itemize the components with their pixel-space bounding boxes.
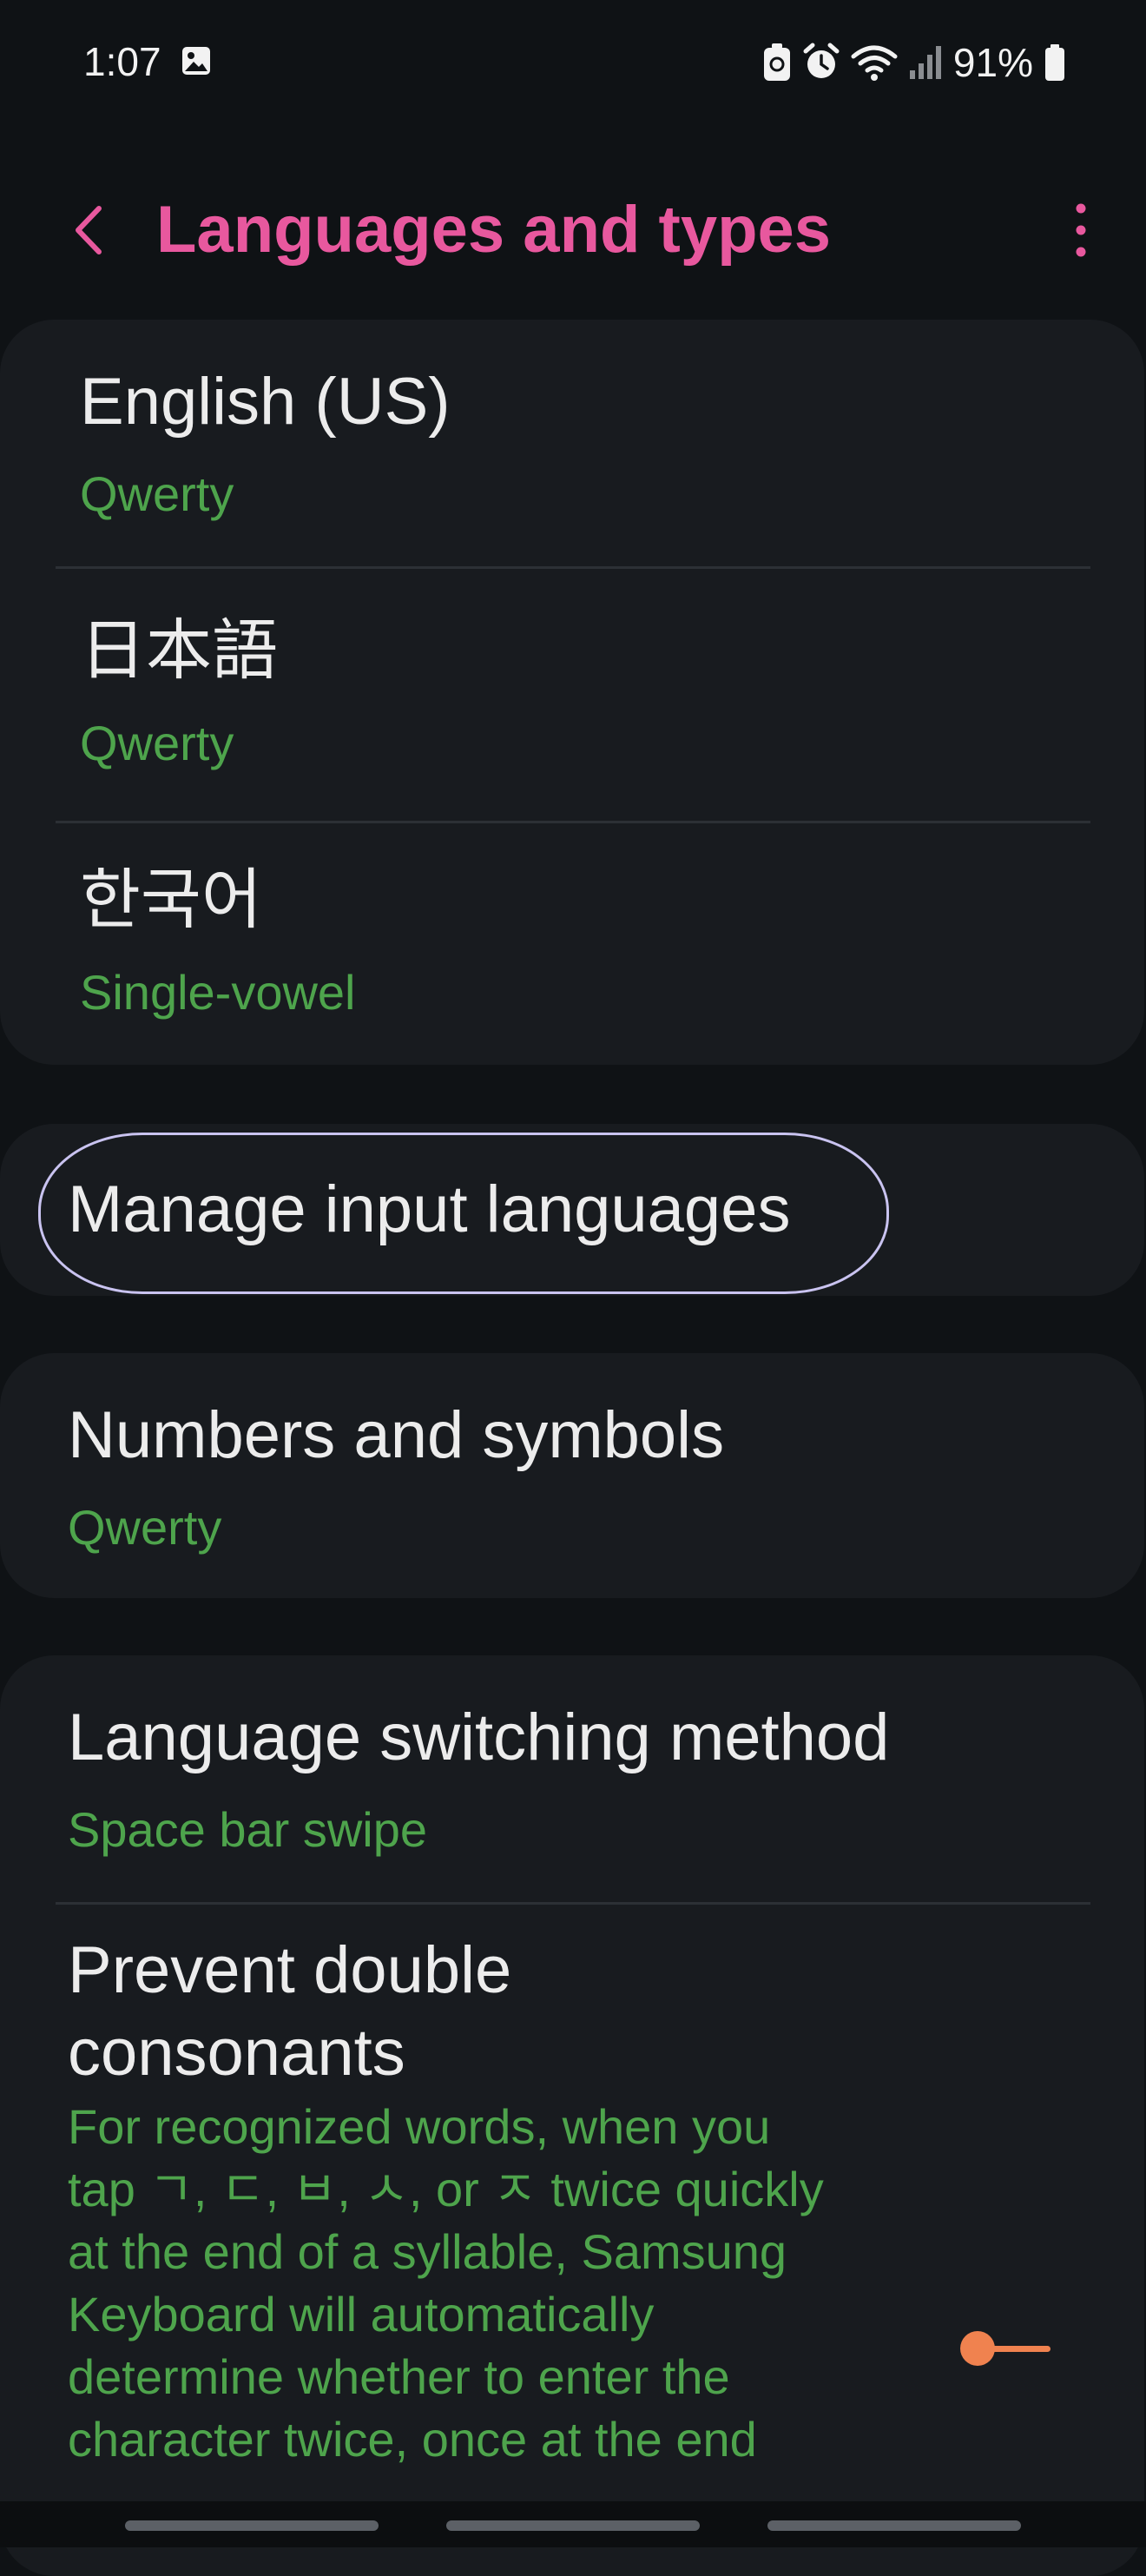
prevent-double-consonants-description: For recognized words, when you tap ㄱ, ㄷ,… (68, 2099, 824, 2467)
language-switching-value: Space bar swipe (68, 1802, 428, 1857)
languages-card: English (US) Qwerty 日本語 Qwerty 한국어 Singl… (0, 320, 1144, 1065)
status-bar: 1:07 91% (0, 0, 1146, 130)
nav-handle[interactable] (125, 2520, 379, 2531)
battery-percent: 91% (952, 40, 1033, 85)
numbers-symbols-card[interactable]: Numbers and symbols Qwerty (0, 1353, 1144, 1598)
wifi-icon (851, 45, 898, 81)
app-header: Languages and types (0, 174, 1146, 287)
numbers-symbols-title: Numbers and symbols (68, 1398, 725, 1472)
page-title: Languages and types (156, 193, 832, 267)
numbers-symbols-type: Qwerty (68, 1500, 222, 1555)
language-row-english[interactable]: English (US) Qwerty (0, 320, 1144, 567)
prevent-double-consonants-toggle[interactable] (958, 2329, 1054, 2368)
nav-handle[interactable] (767, 2520, 1021, 2531)
gallery-icon (182, 47, 210, 75)
status-icons: 91% (762, 38, 1066, 87)
more-vert-icon[interactable] (1050, 191, 1111, 269)
language-type: Single-vowel (80, 965, 356, 1020)
language-switching-title: Language switching method (68, 1701, 890, 1774)
language-type: Qwerty (80, 716, 234, 770)
battery-icon (1045, 44, 1064, 81)
language-name: 한국어 (80, 863, 262, 937)
language-name: English (US) (80, 365, 451, 439)
language-switching-row[interactable]: Language switching method Space bar swip… (0, 1655, 1144, 1902)
focus-highlight (38, 1133, 889, 1294)
alarm-icon (803, 43, 840, 78)
language-row-japanese[interactable]: 日本語 Qwerty (0, 569, 1144, 821)
prevent-double-consonants-title: Prevent double consonants (68, 1933, 512, 2090)
prevent-double-consonants-row[interactable]: Prevent double consonants For recognized… (0, 1905, 1144, 2576)
navigation-bar (0, 2501, 1146, 2547)
chevron-left-icon[interactable] (61, 191, 122, 269)
language-type: Qwerty (80, 466, 234, 521)
nav-handle[interactable] (446, 2520, 700, 2531)
language-row-korean[interactable]: 한국어 Single-vowel (0, 823, 1144, 1065)
battery-saver-icon (763, 43, 790, 81)
language-name: 日本語 (80, 614, 278, 688)
keyboard-options-card: Language switching method Space bar swip… (0, 1655, 1144, 2576)
signal-icon (909, 46, 941, 79)
status-time: 1:07 (83, 39, 161, 84)
